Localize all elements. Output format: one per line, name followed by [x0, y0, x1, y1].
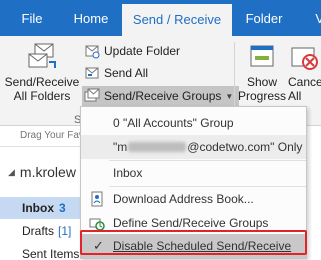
update-folder-icon: [85, 45, 100, 59]
menu-item-define-groups-label: Define Send/Receive Groups: [113, 216, 269, 230]
highlight-box: [80, 230, 307, 255]
show-progress-icon: [250, 45, 274, 67]
send-receive-all-label-2: All Folders: [13, 89, 71, 103]
account-only-prefix: "m: [113, 140, 128, 154]
send-receive-groups-label: Send/Receive Groups: [104, 89, 222, 103]
send-all-icon: [85, 67, 99, 79]
cancel-all-label-2: All: [288, 89, 302, 103]
folder-drafts-label: Drafts: [22, 224, 55, 238]
chevron-down-icon: ▼: [225, 91, 234, 101]
menu-item-inbox[interactable]: Inbox: [81, 161, 306, 185]
folder-sent-items[interactable]: Sent Items: [0, 243, 80, 260]
send-all-button[interactable]: Send All: [84, 63, 148, 83]
update-folder-label: Update Folder: [104, 44, 181, 58]
folder-inbox[interactable]: Inbox 3: [0, 197, 80, 219]
folder-sent-items-label: Sent Items: [22, 247, 80, 260]
tab-folder[interactable]: Folder: [240, 0, 288, 36]
tab-send-receive[interactable]: Send / Receive: [122, 4, 232, 36]
account-header[interactable]: ◢ m.krolew: [8, 164, 76, 180]
folder-drafts[interactable]: Drafts [1]: [0, 220, 80, 242]
ribbon-tab-bar: File Home Send / Receive Folder Vi: [0, 0, 321, 36]
address-book-icon: [91, 191, 103, 207]
menu-item-download-address-book[interactable]: Download Address Book...: [81, 187, 306, 211]
send-receive-all-label-1: Send/Receive: [4, 75, 80, 89]
menu-item-account-only-label: "m @codetwo.com" Only: [113, 140, 302, 154]
cancel-all-icon: [291, 47, 318, 70]
show-progress-label-1: Show: [246, 75, 278, 89]
menu-item-download-address-book-label: Download Address Book...: [113, 192, 254, 206]
account-name: m.krolew: [19, 164, 76, 180]
define-groups-icon: [89, 218, 105, 231]
menu-item-all-accounts-label: 0 "All Accounts" Group: [113, 116, 234, 130]
cancel-all-button[interactable]: Cancel All: [288, 42, 321, 103]
show-progress-label-2: Progress: [238, 89, 287, 103]
tab-file[interactable]: File: [14, 0, 50, 36]
tab-home[interactable]: Home: [66, 0, 116, 36]
send-receive-all-folders-button[interactable]: Send/Receive All Folders: [4, 42, 80, 103]
menu-item-inbox-label: Inbox: [113, 166, 143, 180]
menu-item-account-only[interactable]: "m @codetwo.com" Only: [81, 135, 306, 159]
pane-divider: [0, 146, 80, 147]
send-receive-groups-button[interactable]: Send/Receive Groups ▼: [82, 86, 240, 106]
redacted-email: [128, 142, 187, 152]
tab-view[interactable]: Vi: [306, 0, 321, 36]
menu-item-all-accounts-group[interactable]: 0 "All Accounts" Group: [81, 111, 306, 135]
show-progress-button[interactable]: Show Progress: [238, 42, 286, 103]
send-all-label: Send All: [104, 66, 149, 80]
account-only-suffix: @codetwo.com" Only: [187, 140, 303, 154]
collapse-triangle-icon[interactable]: ◢: [8, 167, 15, 178]
update-folder-button[interactable]: Update Folder: [84, 41, 180, 61]
folder-drafts-count: [1]: [58, 224, 72, 238]
send-receive-groups-icon: [84, 88, 100, 102]
cancel-all-label-1: Cancel: [288, 75, 321, 89]
folder-inbox-count: 3: [59, 201, 66, 215]
folder-pane: Drag Your Favori ◢ m.krolew Inbox 3 Draft…: [0, 127, 95, 260]
folder-inbox-label: Inbox: [22, 201, 54, 215]
send-receive-all-icon: [28, 43, 56, 68]
